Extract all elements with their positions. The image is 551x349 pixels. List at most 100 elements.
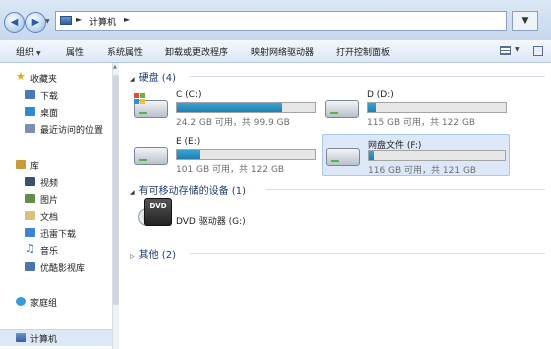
sidebar-label: 优酷影视库 (40, 264, 86, 274)
sidebar-item-music[interactable]: ♫ 音乐 (0, 242, 118, 258)
download-folder-icon (25, 90, 35, 99)
sidebar-label: 库 (30, 162, 40, 172)
xunlei-download-icon (25, 228, 35, 237)
drive-free-space: 101 GB 可用，共 122 GB (176, 165, 285, 175)
drive-name: C (C:) (176, 90, 202, 100)
sidebar-item-pictures[interactable]: 图片 (0, 191, 118, 207)
scrollbar-thumb[interactable] (113, 75, 119, 305)
path-separator-icon[interactable]: ► (76, 15, 82, 24)
system-properties-button[interactable]: 系统属性 (107, 45, 143, 58)
sidebar-label: 文档 (40, 213, 59, 223)
organize-button[interactable]: 组织 ▼ (16, 45, 41, 58)
sidebar-item-documents[interactable]: 文档 (0, 208, 118, 224)
uninstall-program-button[interactable]: 卸载或更改程序 (165, 45, 228, 58)
picture-library-icon (25, 194, 35, 203)
computer-icon (16, 333, 26, 342)
forward-arrow-icon[interactable]: ▶ (25, 12, 46, 33)
group-header-hard-disks[interactable]: ◢ 硬盘 (4) (130, 69, 176, 84)
refresh-icon[interactable]: ▼ (512, 11, 538, 31)
group-header-other[interactable]: ▷ 其他 (2) (130, 246, 176, 261)
group-divider (190, 253, 545, 254)
drive-c[interactable]: C (C:) 24.2 GB 可用，共 99.9 GB (134, 90, 324, 128)
group-title: 硬盘 (4) (138, 73, 176, 84)
drive-f[interactable]: 网盘文件 (F:) 116 GB 可用，共 121 GB (322, 134, 510, 176)
collapse-arrow-icon[interactable]: ◢ (130, 76, 135, 83)
sidebar-label: 下载 (40, 92, 59, 102)
star-icon: ★ (16, 70, 26, 83)
sidebar-label: 图片 (40, 196, 59, 206)
sidebar-item-downloads[interactable]: 下载 (0, 87, 118, 103)
sidebar-item-youku[interactable]: 优酷影视库 (0, 259, 118, 275)
sidebar-item-homegroup[interactable]: 家庭组 (0, 294, 118, 310)
capacity-bar-fill (177, 150, 201, 159)
expand-arrow-icon[interactable]: ▷ (130, 253, 135, 260)
group-header-removable[interactable]: ◢ 有可移动存储的设备 (1) (130, 182, 246, 197)
map-network-drive-button[interactable]: 映射网络驱动器 (251, 45, 314, 58)
path-item-computer[interactable]: 计算机 (89, 15, 116, 28)
windows-drive-icon (134, 93, 146, 104)
chevron-down-icon: ▼ (36, 50, 41, 57)
sidebar-label: 音乐 (40, 247, 59, 257)
properties-button[interactable]: 属性 (66, 45, 84, 58)
capacity-bar (367, 102, 507, 113)
drive-free-space: 116 GB 可用，共 121 GB (368, 166, 477, 176)
group-divider (190, 76, 545, 77)
sidebar-item-libraries[interactable]: 库 (0, 157, 118, 173)
group-title: 其他 (2) (138, 250, 176, 261)
sidebar-label: 家庭组 (30, 299, 58, 309)
library-icon (16, 160, 26, 169)
sidebar-label: 视频 (40, 179, 59, 189)
capacity-bar (368, 150, 506, 161)
hard-drive-icon (325, 100, 359, 118)
capacity-bar-fill (368, 103, 377, 112)
dvd-drive-name[interactable]: DVD 驱动器 (G:) (176, 214, 246, 227)
capacity-bar-fill (177, 103, 282, 112)
open-control-panel-button[interactable]: 打开控制面板 (336, 45, 390, 58)
document-library-icon (25, 211, 35, 220)
scroll-up-icon[interactable]: ▲ (113, 64, 117, 70)
sidebar-label: 最近访问的位置 (40, 126, 104, 136)
sidebar-label: 收藏夹 (30, 75, 58, 85)
navigation-pane: ★ 收藏夹 下载 桌面 最近访问的位置 库 视频 图片 文档 迅雷下载 ♫ 音乐… (0, 63, 118, 349)
drive-free-space: 24.2 GB 可用，共 99.9 GB (176, 118, 290, 128)
sidebar-label: 计算机 (30, 335, 58, 345)
sidebar-scrollbar[interactable]: ▲ (112, 63, 119, 349)
sidebar-item-xunlei[interactable]: 迅雷下载 (0, 225, 118, 241)
youku-library-icon (25, 262, 35, 271)
drive-d[interactable]: D (D:) 115 GB 可用，共 122 GB (325, 90, 515, 128)
computer-small-icon (60, 16, 72, 25)
organize-label: 组织 (16, 48, 35, 58)
sidebar-label: 桌面 (40, 109, 59, 119)
capacity-bar-fill (369, 151, 375, 160)
music-library-icon: ♫ (25, 242, 35, 255)
capacity-bar (176, 102, 316, 113)
collapse-arrow-icon[interactable]: ◢ (130, 189, 135, 196)
hard-drive-icon (134, 147, 168, 165)
group-title: 有可移动存储的设备 (1) (138, 186, 246, 197)
capacity-bar (176, 149, 316, 160)
path-separator-icon[interactable]: ► (124, 15, 130, 24)
sidebar-item-computer[interactable]: 计算机 (0, 329, 118, 346)
view-options-icon[interactable] (500, 46, 511, 55)
hard-drive-icon (326, 148, 360, 166)
sidebar-item-favorites[interactable]: ★ 收藏夹 (0, 70, 118, 86)
drive-name: D (D:) (367, 90, 394, 100)
back-arrow-icon[interactable]: ◀ (4, 12, 25, 33)
command-bar: 组织 ▼ 属性 系统属性 卸载或更改程序 映射网络驱动器 打开控制面板 ▼ (0, 40, 551, 63)
sidebar-item-recent[interactable]: 最近访问的位置 (0, 121, 118, 137)
address-bar-region: ◀ ▶ ▼ ► 计算机 ► ▼ (0, 0, 551, 41)
video-library-icon (25, 177, 35, 186)
address-field[interactable]: ► 计算机 ► (55, 11, 507, 31)
sidebar-item-video[interactable]: 视频 (0, 174, 118, 190)
chevron-down-icon[interactable]: ▼ (515, 46, 520, 53)
drive-free-space: 115 GB 可用，共 122 GB (367, 118, 476, 128)
drive-name: E (E:) (176, 137, 201, 147)
history-dropdown-icon[interactable]: ▼ (45, 18, 50, 25)
dvd-drive-icon: DVD (144, 198, 172, 226)
drive-e[interactable]: E (E:) 101 GB 可用，共 122 GB (134, 137, 324, 175)
sidebar-item-desktop[interactable]: 桌面 (0, 104, 118, 120)
preview-pane-icon[interactable] (533, 46, 543, 56)
drive-f-inner: 网盘文件 (F:) 116 GB 可用，共 121 GB (326, 138, 506, 176)
recent-places-icon (25, 124, 35, 133)
homegroup-icon (16, 297, 26, 306)
